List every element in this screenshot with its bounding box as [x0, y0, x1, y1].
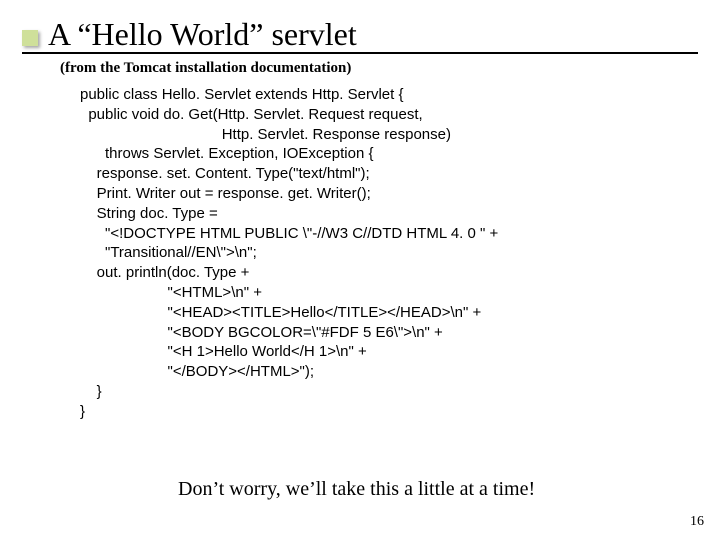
footnote-text: Don’t worry, we’ll take this a little at…: [178, 478, 535, 501]
slide-subtitle: (from the Tomcat installation documentat…: [60, 60, 351, 77]
code-block: public class Hello. Servlet extends Http…: [80, 85, 680, 422]
bullet-square-icon: [22, 30, 38, 46]
title-row: A “Hello World” servlet: [22, 18, 698, 54]
page-number: 16: [690, 514, 704, 530]
slide-title: A “Hello World” servlet: [48, 18, 357, 52]
slide: A “Hello World” servlet (from the Tomcat…: [0, 0, 720, 540]
